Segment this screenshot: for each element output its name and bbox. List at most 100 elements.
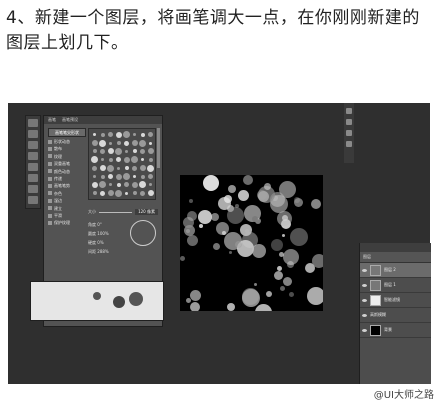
brush-tip-thumbnail[interactable] (92, 165, 97, 171)
brush-tip-thumbnail[interactable] (107, 148, 114, 155)
brush-tip-thumbnail[interactable] (132, 149, 137, 154)
brush-tip-thumbnail[interactable] (101, 158, 104, 162)
brush-tip-thumbnail[interactable] (139, 181, 146, 189)
brush-option[interactable]: 建立 (48, 205, 84, 212)
brush-tip-thumbnail[interactable] (117, 166, 120, 170)
history-icon[interactable] (346, 108, 352, 114)
brush-tip-thumbnail[interactable] (92, 191, 97, 196)
checkbox-icon[interactable] (48, 176, 52, 181)
brush-option[interactable]: 形状动态 (48, 138, 84, 145)
brush-tip-thumbnail[interactable] (100, 174, 105, 179)
checkbox-icon[interactable] (48, 139, 52, 144)
eye-icon[interactable] (362, 268, 367, 272)
size-slider[interactable] (99, 211, 133, 213)
brush-option[interactable]: 散布 (48, 145, 84, 152)
brush-tip-thumbnail[interactable] (91, 156, 98, 164)
tool-icon[interactable] (28, 141, 38, 149)
brush-tip-thumbnail[interactable] (93, 175, 96, 179)
tool-icon[interactable] (28, 163, 38, 171)
brush-tip-thumbnail[interactable] (147, 148, 154, 155)
layer-row[interactable]: 背景 (360, 323, 431, 338)
checkbox-icon[interactable] (48, 191, 52, 196)
brush-tip-thumbnail[interactable] (131, 181, 138, 188)
checkbox-icon[interactable] (48, 161, 52, 166)
layer-row[interactable]: 图层 1 (360, 278, 431, 293)
brush-tip-thumbnail[interactable] (123, 173, 130, 181)
brush-tip-thumbnail[interactable] (149, 141, 152, 145)
eye-icon[interactable] (362, 328, 367, 332)
brush-tip-thumbnail[interactable] (99, 139, 106, 147)
layer-row[interactable]: 图层 2 (360, 263, 431, 278)
brush-tip-thumbnail[interactable] (91, 140, 98, 147)
brush-tip-thumbnail[interactable] (100, 190, 105, 196)
brush-grid-scrollbar[interactable] (157, 128, 160, 168)
brush-tip-thumbnail[interactable] (133, 175, 136, 179)
brush-tip-thumbnail[interactable] (108, 157, 113, 162)
checkbox-icon[interactable] (48, 213, 52, 218)
brush-tip-thumbnail[interactable] (148, 157, 153, 162)
brush-tip-thumbnail[interactable] (141, 158, 144, 162)
brush-tip-thumbnail[interactable] (124, 166, 129, 171)
brush-tip-thumbnail[interactable] (125, 149, 128, 153)
brush-tip-thumbnail[interactable] (124, 182, 129, 188)
brush-tip-thumbnail[interactable] (115, 189, 122, 197)
brush-tip-thumbnail[interactable] (99, 165, 106, 172)
brush-tip-thumbnail[interactable] (147, 164, 154, 172)
layer-row[interactable]: 高斯模糊 (360, 308, 431, 323)
brush-tip-thumbnail[interactable] (108, 132, 113, 138)
checkbox-icon[interactable] (48, 206, 52, 211)
brush-tip-thumbnail[interactable] (125, 191, 128, 195)
brush-tip-thumbnail[interactable] (149, 183, 152, 187)
brush-tip-thumbnail[interactable] (132, 165, 137, 171)
brush-tip-thumbnail[interactable] (116, 141, 121, 146)
hardness-input[interactable]: 0% (97, 240, 103, 245)
brush-tip-thumbnail[interactable] (131, 156, 138, 164)
angle-input[interactable]: 0° (97, 222, 102, 227)
layer-row[interactable]: 智能滤镜 (360, 293, 431, 308)
brush-tip-thumbnail[interactable] (139, 139, 146, 147)
brush-tip-thumbnail[interactable] (147, 190, 154, 197)
brush-tip-thumbnail[interactable] (132, 191, 137, 196)
brush-tip-thumbnail[interactable] (123, 131, 130, 139)
brush-icon[interactable] (346, 130, 352, 136)
brush-tip-thumbnail[interactable] (108, 174, 113, 180)
brush-tip-thumbnail[interactable] (107, 190, 114, 197)
brush-tip-thumbnail[interactable] (131, 140, 138, 147)
eye-icon[interactable] (362, 298, 367, 302)
brush-tip-grid[interactable] (88, 128, 156, 200)
brush-tip-thumbnail[interactable] (139, 165, 146, 172)
brush-tip-thumbnail[interactable] (140, 148, 145, 154)
brush-tip-thumbnail[interactable] (115, 131, 122, 138)
brush-option[interactable]: 传递 (48, 175, 84, 182)
brush-option[interactable]: 杂色 (48, 190, 84, 197)
brush-tip-thumbnail[interactable] (100, 148, 105, 154)
angle-roundness-widget[interactable] (130, 220, 156, 246)
adjust-icon[interactable] (346, 141, 352, 147)
size-input[interactable]: 120 像素 (135, 209, 158, 215)
brush-tip-thumbnail[interactable] (148, 174, 153, 180)
brush-option[interactable]: 保护纹理 (48, 219, 84, 226)
properties-icon[interactable] (346, 119, 352, 125)
brush-option[interactable]: 双重画笔 (48, 160, 84, 167)
brush-option[interactable]: 湿边 (48, 197, 84, 204)
eye-icon[interactable] (362, 313, 367, 317)
brush-tip-thumbnail[interactable] (109, 183, 112, 187)
bokeh-canvas[interactable] (180, 175, 323, 311)
brush-tip-shape-button[interactable]: 画笔笔尖形状 (48, 128, 86, 137)
tool-icon[interactable] (28, 174, 38, 182)
brush-tip-thumbnail[interactable] (115, 147, 122, 155)
brush-tool-icon[interactable] (28, 119, 38, 127)
roundness-input[interactable]: 100% (97, 231, 108, 236)
eye-icon[interactable] (362, 283, 367, 287)
checkbox-icon[interactable] (48, 154, 52, 159)
brush-tip-thumbnail[interactable] (99, 181, 106, 189)
spacing-input[interactable]: 288% (97, 249, 108, 254)
brush-option[interactable]: 颜色动态 (48, 168, 84, 175)
brush-tip-thumbnail[interactable] (133, 133, 136, 137)
tab-brush-presets[interactable]: 画笔预设 (62, 117, 78, 123)
tab-brush[interactable]: 画笔 (48, 117, 56, 123)
brush-tip-thumbnail[interactable] (115, 173, 122, 180)
brush-tip-thumbnail[interactable] (91, 181, 98, 188)
checkbox-icon[interactable] (48, 184, 52, 189)
tool-icon[interactable] (28, 152, 38, 160)
